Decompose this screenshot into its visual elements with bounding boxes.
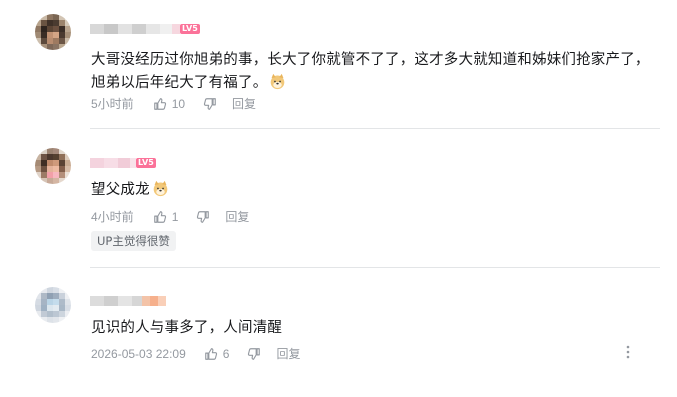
thumbs-down-icon xyxy=(196,210,210,224)
username[interactable] xyxy=(90,296,166,306)
dislike-button[interactable] xyxy=(203,97,217,111)
comment-text: 见识的人与事多了，人间清醒 xyxy=(91,320,283,336)
up-liked-badge: UP主觉得很赞 xyxy=(91,231,176,251)
comment-text: 望父成龙 xyxy=(91,179,169,202)
thumbs-up-icon xyxy=(204,347,218,361)
username[interactable]: LV5 xyxy=(90,24,200,34)
doge-emoji xyxy=(152,180,169,197)
comment-meta: 5小时前 10 回复 xyxy=(91,95,256,112)
like-count: 1 xyxy=(171,209,179,224)
comment-text: 大哥没经历过你旭弟的事，长大了你就管不了了，这才多大就知道和姊妹们抢家产了，旭弟… xyxy=(91,52,650,91)
divider xyxy=(90,128,660,129)
avatar[interactable] xyxy=(35,287,71,323)
thumbs-up-icon xyxy=(153,97,167,111)
thumbs-down-icon xyxy=(247,347,261,361)
avatar[interactable] xyxy=(35,14,71,50)
dislike-button[interactable] xyxy=(196,210,210,224)
level-badge: LV5 xyxy=(136,158,156,168)
like-count: 6 xyxy=(222,346,230,361)
timestamp: 2026-05-03 22:09 xyxy=(91,346,186,361)
like-button[interactable]: 6 xyxy=(204,346,230,361)
timestamp: 5小时前 xyxy=(91,97,134,111)
reply-button[interactable]: 回复 xyxy=(276,345,300,362)
divider xyxy=(90,267,660,268)
like-button[interactable]: 10 xyxy=(153,97,185,111)
timestamp: 4小时前 xyxy=(91,210,134,224)
like-button[interactable]: 1 xyxy=(153,209,179,224)
username[interactable]: LV5 xyxy=(90,158,156,168)
dislike-button[interactable] xyxy=(247,347,261,361)
more-options-icon[interactable] xyxy=(624,344,632,364)
doge-emoji xyxy=(269,73,286,90)
reply-button[interactable]: 回复 xyxy=(232,95,256,112)
comment-meta: 4小时前 1 回复 xyxy=(91,208,249,225)
thumbs-up-icon xyxy=(153,210,167,224)
avatar[interactable] xyxy=(35,148,71,184)
like-count: 10 xyxy=(171,96,186,111)
comment-meta: 2026-05-03 22:09 6 回复 xyxy=(91,345,300,362)
reply-button[interactable]: 回复 xyxy=(225,208,249,225)
thumbs-down-icon xyxy=(203,97,217,111)
level-badge: LV5 xyxy=(180,24,200,34)
